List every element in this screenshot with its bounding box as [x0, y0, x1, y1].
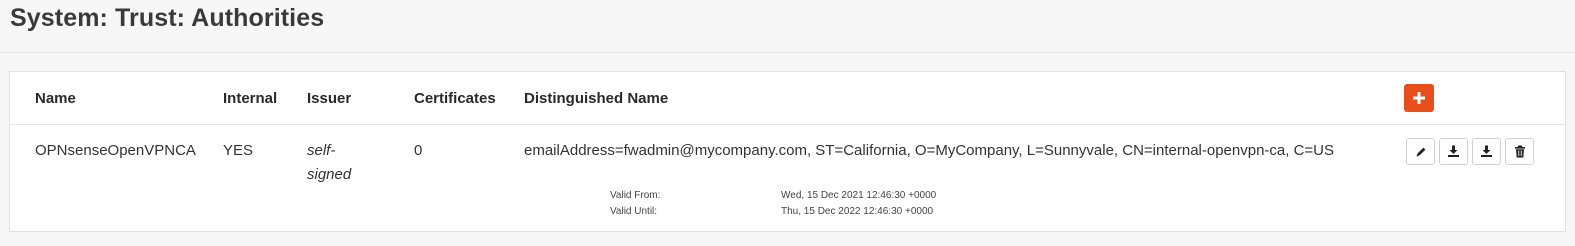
column-header-issuer[interactable]: Issuer — [307, 90, 351, 107]
download-certificate-button[interactable] — [1439, 138, 1468, 165]
authorities-table: Name Internal Issuer Certificates Distin… — [9, 71, 1566, 232]
valid-from-value: Wed, 15 Dec 2021 12:46:30 +0000 — [781, 190, 937, 201]
table-header-row: Name Internal Issuer Certificates Distin… — [10, 72, 1565, 125]
download-key-button[interactable] — [1472, 138, 1501, 165]
column-header-name[interactable]: Name — [35, 90, 76, 107]
trash-icon — [1514, 145, 1525, 158]
valid-from-label: Valid From: — [610, 190, 661, 201]
cell-certificates: 0 — [414, 142, 423, 159]
pencil-icon — [1416, 147, 1425, 156]
cell-distinguished-name: emailAddress=fwadmin@mycompany.com, ST=C… — [524, 142, 1335, 159]
valid-until-value: Thu, 15 Dec 2022 12:46:30 +0000 — [781, 206, 934, 217]
download-icon — [1448, 145, 1459, 157]
cell-name: OPNsenseOpenVPNCA — [35, 142, 196, 159]
valid-until-label: Valid Until: — [610, 206, 658, 217]
table-row: OPNsenseOpenVPNCA YES self-signed 0 emai… — [10, 124, 1565, 232]
cell-issuer: self-signed — [307, 142, 352, 183]
column-header-certificates[interactable]: Certificates — [414, 90, 496, 107]
column-header-distinguished-name[interactable]: Distinguished Name — [524, 90, 668, 107]
page-header: System: Trust: Authorities — [0, 0, 1575, 53]
column-header-internal[interactable]: Internal — [223, 90, 277, 107]
delete-button[interactable] — [1505, 138, 1534, 165]
download-icon — [1481, 145, 1492, 157]
plus-icon — [1413, 92, 1425, 104]
cell-internal: YES — [223, 142, 254, 159]
page-title: System: Trust: Authorities — [10, 4, 325, 32]
edit-button[interactable] — [1406, 138, 1435, 165]
add-authority-button[interactable] — [1404, 84, 1434, 112]
